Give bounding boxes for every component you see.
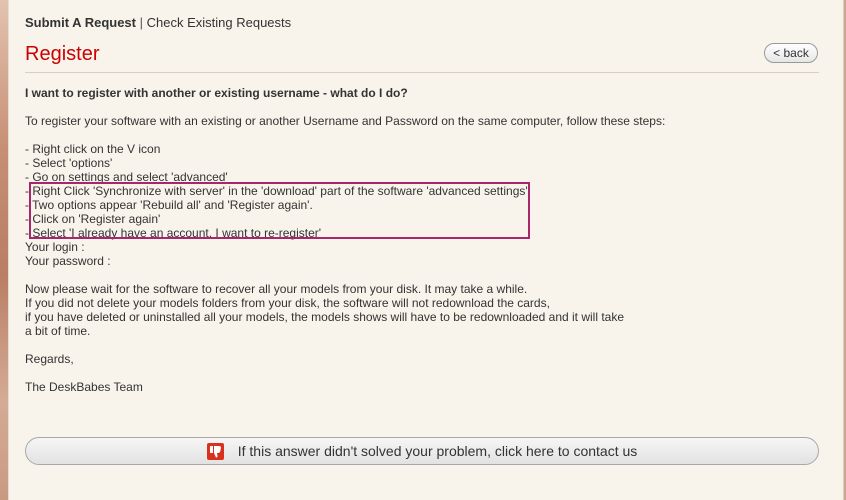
nav-submit-request: Submit A Request: [25, 15, 136, 30]
step-item-highlighted: - Click on 'Register again': [25, 212, 161, 226]
step-item-highlighted: - Select 'I already have an account, I w…: [25, 226, 322, 240]
contact-us-label: If this answer didn't solved your proble…: [237, 443, 638, 459]
paragraph-line: a bit of time.: [25, 324, 91, 338]
paragraph-line: Now please wait for the software to reco…: [25, 282, 528, 296]
page-title: Register: [25, 43, 100, 65]
step-item: - Go on settings and select 'advanced': [25, 170, 228, 184]
regards-text: Regards,: [25, 352, 74, 366]
password-label: Your password :: [25, 254, 111, 268]
step-item: - Select 'options': [25, 156, 113, 170]
login-label: Your login :: [25, 240, 85, 254]
article-question: I want to register with another or exist…: [25, 86, 408, 100]
step-item: - Right click on the V icon: [25, 142, 161, 156]
step-item-highlighted: - Right Click 'Synchronize with server' …: [25, 184, 528, 198]
nav-separator: |: [139, 15, 144, 30]
paragraph-line: if you have deleted or uninstalled all y…: [25, 310, 625, 324]
step-item-highlighted: - Two options appear 'Rebuild all' and '…: [25, 198, 313, 212]
signature-text: The DeskBabes Team: [25, 380, 143, 394]
article-body: I want to register with another or exist…: [25, 86, 819, 394]
back-button[interactable]: < back: [764, 43, 818, 63]
article-intro: To register your software with an existi…: [25, 114, 666, 128]
help-panel: Submit A Request | Check Existing Reques…: [8, 0, 844, 500]
thumbs-down-icon: [206, 442, 224, 460]
divider: [25, 72, 819, 73]
top-nav: Submit A Request | Check Existing Reques…: [25, 15, 291, 30]
contact-us-button[interactable]: If this answer didn't solved your proble…: [25, 437, 819, 465]
paragraph-line: If you did not delete your models folder…: [25, 296, 550, 310]
nav-check-existing-requests[interactable]: Check Existing Requests: [147, 15, 292, 30]
